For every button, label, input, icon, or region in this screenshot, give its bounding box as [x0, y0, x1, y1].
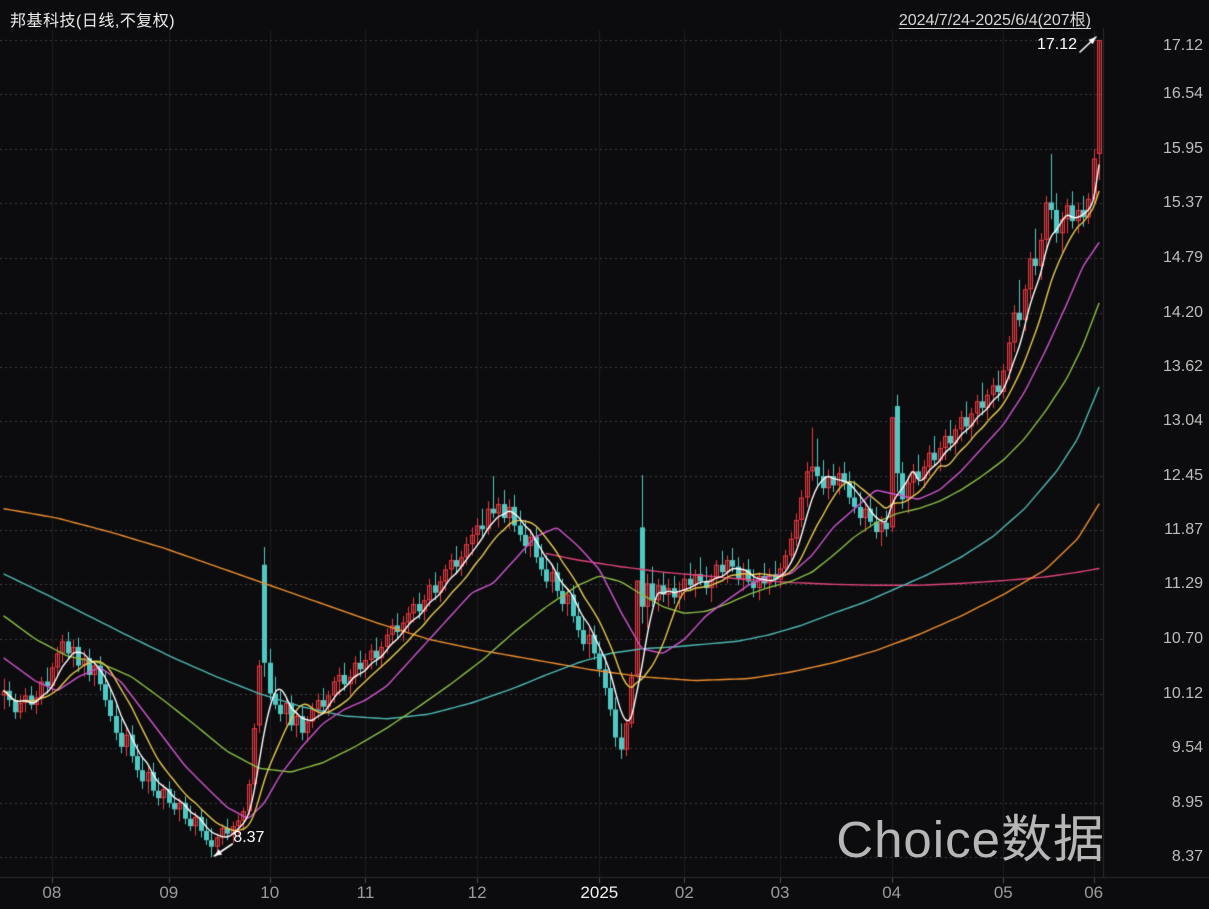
y-axis-label: 11.29 — [1164, 575, 1203, 593]
x-axis-label: 10 — [260, 883, 280, 902]
y-axis-label: 14.20 — [1162, 303, 1203, 321]
y-axis-label: 13.04 — [1162, 411, 1203, 429]
y-axis-label: 8.95 — [1171, 793, 1203, 811]
date-range-label[interactable]: 2024/7/24-2025/6/4(207根) — [899, 6, 1091, 30]
y-axis-label: 10.12 — [1162, 684, 1203, 702]
y-axis-label: 11.87 — [1164, 521, 1203, 539]
y-axis-label: 12.45 — [1162, 467, 1203, 485]
x-axis-label: 11 — [356, 883, 375, 902]
y-axis-label: 9.54 — [1171, 738, 1203, 756]
candlestick-chart-canvas[interactable] — [0, 0, 1209, 909]
x-axis-label: 2025 — [580, 883, 619, 902]
x-axis-label: 12 — [467, 883, 487, 902]
y-axis-label: 16.54 — [1162, 85, 1203, 103]
y-axis-label: 15.95 — [1162, 140, 1203, 158]
x-axis-label: 02 — [674, 883, 694, 902]
x-axis-label: 04 — [882, 883, 902, 902]
high-price-annotation: 17.12 — [1036, 36, 1077, 53]
chart-window: 邦基科技(日线,不复权) 2024/7/24-2025/6/4(207根) 17… — [0, 0, 1209, 909]
y-axis-label: 10.70 — [1162, 630, 1203, 648]
y-axis-label: 17.12 — [1162, 37, 1203, 54]
x-axis-label: 03 — [770, 883, 790, 902]
y-axis-label: 13.62 — [1162, 357, 1203, 375]
x-axis-label: 06 — [1084, 883, 1104, 902]
low-price-annotation: 8.37 — [233, 829, 265, 846]
x-axis-label: 05 — [993, 883, 1013, 902]
watermark: Choice数据 — [836, 811, 1105, 868]
x-axis-label: 08 — [42, 883, 62, 902]
chart-title: 邦基科技(日线,不复权) — [10, 13, 176, 30]
y-axis-label: 15.37 — [1162, 194, 1203, 212]
y-axis-label: 8.37 — [1171, 848, 1203, 865]
y-axis-label: 14.79 — [1162, 248, 1203, 266]
x-axis-label: 09 — [159, 883, 179, 902]
